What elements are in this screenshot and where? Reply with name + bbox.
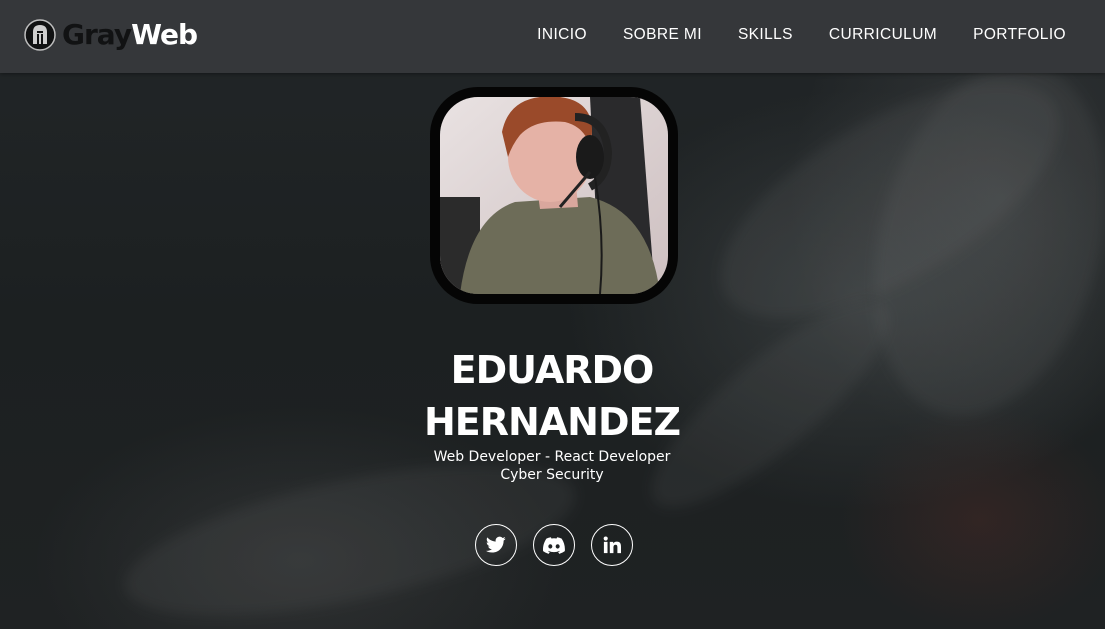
profile-roles: Web Developer - React Developer Cyber Se…: [352, 448, 752, 484]
linkedin-icon: [603, 536, 621, 554]
profile-photo-frame: [430, 87, 678, 304]
profile-photo: [440, 97, 668, 294]
brand-name: GrayWeb: [62, 18, 198, 51]
main-nav: INICIO SOBRE MI SKILLS CURRICULUM PORTFO…: [537, 26, 1066, 44]
nav-inicio[interactable]: INICIO: [537, 26, 587, 44]
nav-sobre-mi[interactable]: SOBRE MI: [623, 26, 702, 44]
profile-first-name: EDUARDO: [450, 348, 655, 392]
background-brush-stroke: [837, 37, 1105, 443]
twitter-icon: [486, 536, 506, 553]
brand-logo[interactable]: GrayWeb: [24, 16, 198, 54]
discord-button[interactable]: [533, 524, 575, 566]
spartan-helmet-icon: [24, 19, 56, 51]
nav-portfolio[interactable]: PORTFOLIO: [973, 26, 1066, 44]
twitter-button[interactable]: [475, 524, 517, 566]
profile-role-line-1: Web Developer - React Developer: [433, 449, 671, 465]
brand-name-dark: Gray: [62, 18, 132, 51]
linkedin-button[interactable]: [591, 524, 633, 566]
nav-curriculum[interactable]: CURRICULUM: [829, 26, 937, 44]
profile-name: EDUARDO HERNANDEZ: [352, 344, 752, 448]
social-links: [475, 524, 633, 566]
discord-icon: [543, 536, 565, 554]
profile-last-name: HERNANDEZ: [423, 400, 681, 444]
brand-name-light: Web: [131, 18, 198, 51]
profile-role-line-2: Cyber Security: [500, 467, 604, 483]
navbar: GrayWeb INICIO SOBRE MI SKILLS CURRICULU…: [0, 0, 1105, 73]
nav-skills[interactable]: SKILLS: [738, 26, 793, 44]
